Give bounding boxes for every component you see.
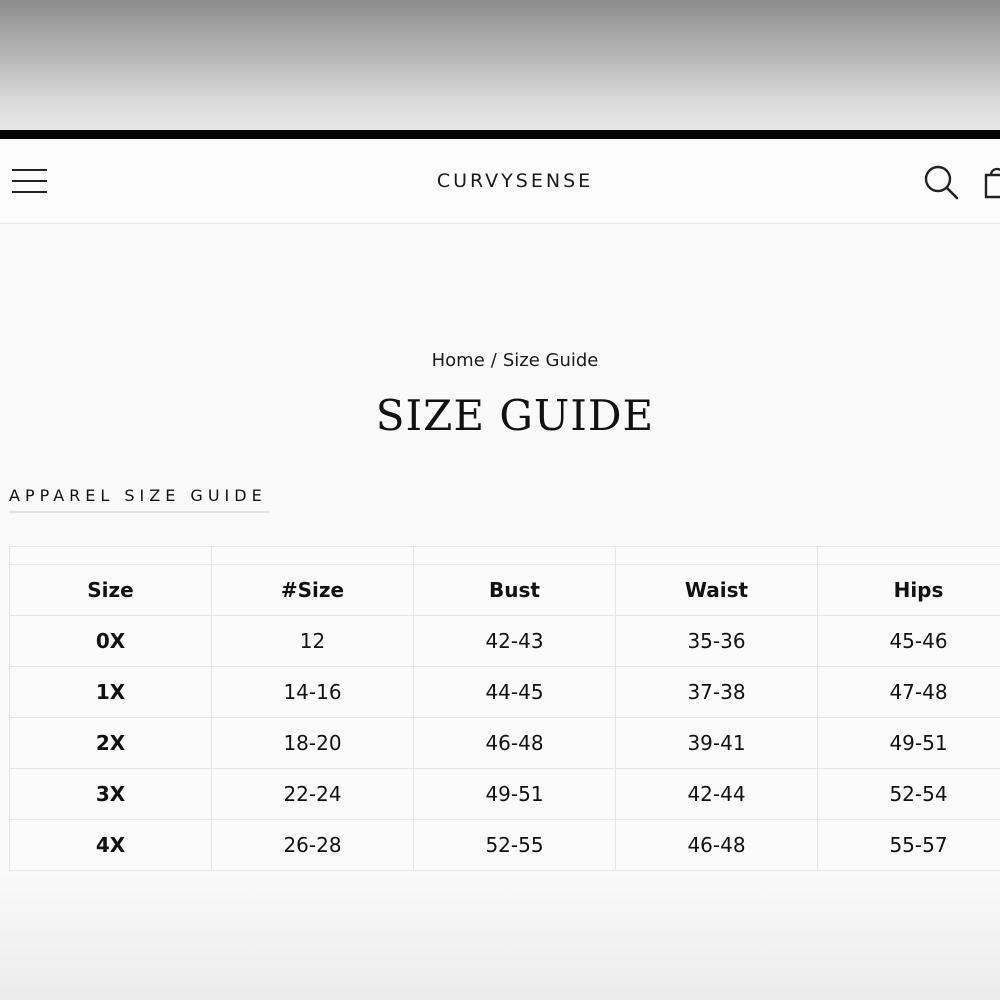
size-cell: 0X: [9, 615, 212, 667]
breadcrumb-separator: /: [490, 350, 497, 371]
waist-cell: 35-36: [615, 615, 818, 667]
table-cell: [615, 546, 818, 565]
waist-cell: 39-41: [615, 717, 818, 769]
site-header: CURVYSENSE: [0, 139, 1000, 224]
table-row: 3X 22-24 49-51 42-44 52-54: [9, 768, 1000, 820]
column-header-waist: Waist: [615, 564, 818, 616]
table-row: 4X 26-28 52-55 46-48 55-57: [9, 819, 1000, 871]
section-label-apparel-size-guide: APPAREL SIZE GUIDE: [9, 486, 269, 513]
breadcrumb-current: Size Guide: [502, 350, 599, 371]
breadcrumb-home-link[interactable]: Home: [432, 350, 485, 371]
logo-text-curvy: CURVY: [436, 170, 516, 192]
bust-cell: 49-51: [413, 768, 616, 820]
waist-cell: 42-44: [615, 768, 818, 820]
num-size-cell: 26-28: [211, 819, 414, 871]
column-header-hips: Hips: [817, 564, 1000, 616]
num-size-cell: 12: [211, 615, 414, 667]
cart-icon[interactable]: [982, 163, 1000, 201]
bust-cell: 52-55: [413, 819, 616, 871]
size-cell: 2X: [9, 717, 212, 769]
table-header-row: Size #Size Bust Waist Hips: [9, 564, 1000, 616]
table-row: 2X 18-20 46-48 39-41 49-51: [9, 717, 1000, 769]
size-cell: 1X: [9, 666, 212, 718]
num-size-cell: 14-16: [211, 666, 414, 718]
hips-cell: 47-48: [817, 666, 1000, 718]
page-title: SIZE GUIDE: [375, 391, 655, 440]
num-size-cell: 22-24: [211, 768, 414, 820]
column-header-bust: Bust: [413, 564, 616, 616]
table-cell: [413, 546, 616, 565]
bottom-fade: [0, 869, 1000, 1000]
hips-cell: 55-57: [817, 819, 1000, 871]
size-cell: 3X: [9, 768, 212, 820]
bust-cell: 46-48: [413, 717, 616, 769]
table-row: 1X 14-16 44-45 37-38 47-48: [9, 666, 1000, 718]
column-header-num-size: #Size: [211, 564, 414, 616]
logo-text-sense: SENSE: [515, 170, 594, 192]
waist-cell: 37-38: [615, 666, 818, 718]
size-cell: 4X: [9, 819, 212, 871]
table-cell: [817, 546, 1000, 565]
size-table: Size #Size Bust Waist Hips 0X 12 42-43 3…: [9, 546, 1000, 871]
hips-cell: 52-54: [817, 768, 1000, 820]
table-row: 0X 12 42-43 35-36 45-46: [9, 615, 1000, 667]
hips-cell: 49-51: [817, 717, 1000, 769]
column-header-size: Size: [9, 564, 212, 616]
site-logo[interactable]: CURVYSENSE: [0, 170, 1000, 192]
num-size-cell: 18-20: [211, 717, 414, 769]
top-black-bar: [0, 130, 1000, 139]
top-gradient-shade: [0, 0, 1000, 130]
bust-cell: 44-45: [413, 666, 616, 718]
hips-cell: 45-46: [817, 615, 1000, 667]
page: CURVYSENSE Home / Size Guide SIZE GUIDE AP…: [0, 139, 1000, 1000]
search-icon[interactable]: [922, 163, 960, 201]
table-cell: [211, 546, 414, 565]
waist-cell: 46-48: [615, 819, 818, 871]
bust-cell: 42-43: [413, 615, 616, 667]
breadcrumb: Home / Size Guide: [0, 350, 1000, 371]
table-spacer-row: [9, 546, 1000, 565]
table-cell: [9, 546, 212, 565]
